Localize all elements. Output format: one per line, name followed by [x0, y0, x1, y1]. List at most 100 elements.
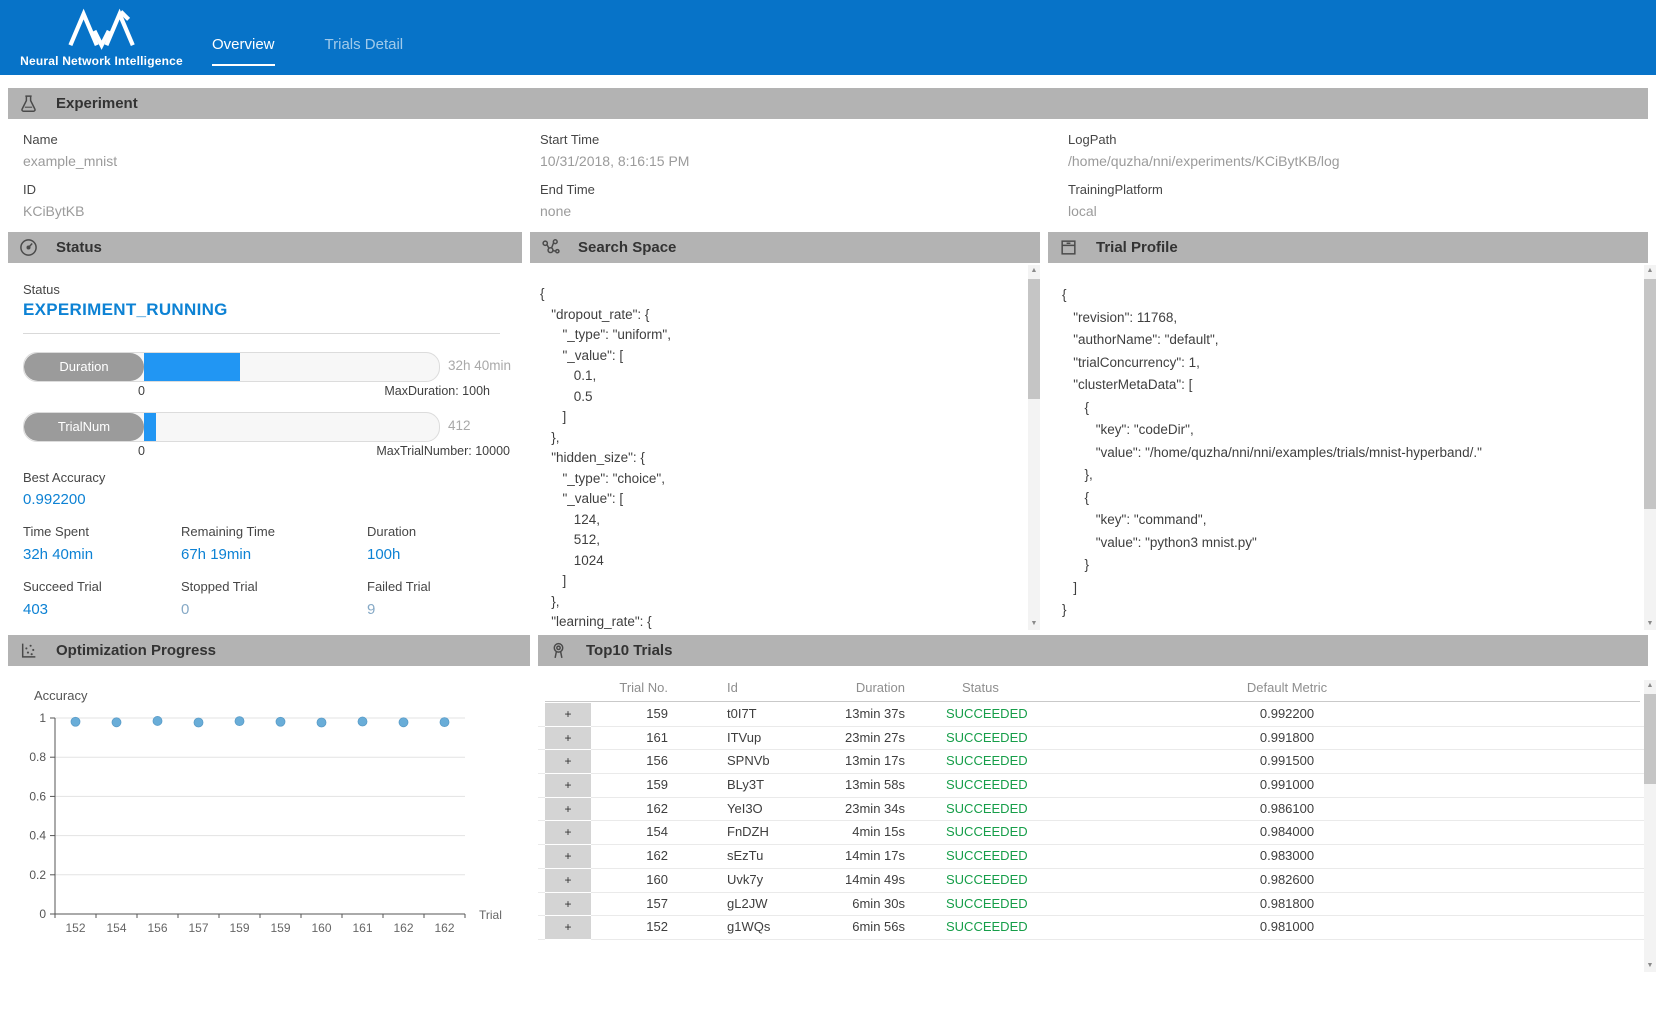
brand-text: Neural Network Intelligence	[14, 54, 189, 68]
cell-trial-no: 154	[591, 821, 668, 845]
chart-text: 0.4	[29, 829, 46, 843]
remaining-time-label: Remaining Time	[181, 524, 275, 539]
experiment-col-2: Start Time 10/31/2018, 8:16:15 PM End Ti…	[540, 119, 689, 219]
tab-overview[interactable]: Overview	[212, 36, 275, 66]
scatter-point[interactable]	[358, 717, 367, 726]
cell-status: SUCCEEDED	[946, 703, 1186, 727]
table-row: +152g1WQs6min 56sSUCCEEDED0.981000	[538, 916, 1656, 940]
cell-default-metric: 0.991500	[1187, 750, 1387, 774]
duration-progress-fill	[144, 353, 240, 381]
scroll-down-icon[interactable]: ▼	[1644, 618, 1656, 630]
stopped-trial-label: Stopped Trial	[181, 579, 258, 594]
cell-default-metric: 0.983000	[1187, 845, 1387, 869]
scroll-down-icon[interactable]: ▼	[1644, 960, 1656, 972]
trial-profile-json: { "revision": 11768, "authorName": "defa…	[1062, 284, 1640, 630]
expand-row-button[interactable]: +	[545, 750, 591, 774]
expand-row-button[interactable]: +	[545, 727, 591, 751]
status-section-title: Status	[56, 239, 102, 256]
cell-duration: 13min 58s	[815, 774, 905, 798]
scroll-up-icon[interactable]: ▲	[1644, 265, 1656, 277]
table-row: +162sEzTu14min 17sSUCCEEDED0.983000	[538, 845, 1656, 869]
table-row: +156SPNVb13min 17sSUCCEEDED0.991500	[538, 750, 1656, 774]
expand-row-button[interactable]: +	[545, 916, 591, 940]
gauge-icon	[19, 238, 38, 257]
chart-text: 1	[39, 711, 46, 725]
expand-row-button[interactable]: +	[545, 869, 591, 893]
scroll-down-icon[interactable]: ▼	[1028, 618, 1040, 630]
scrollbar-thumb[interactable]	[1644, 279, 1656, 509]
top10-section-title: Top10 Trials	[586, 642, 672, 659]
scroll-up-icon[interactable]: ▲	[1644, 680, 1656, 692]
cell-duration: 13min 37s	[815, 703, 905, 727]
expand-row-button[interactable]: +	[545, 703, 591, 727]
field-value: KCiBytKB	[23, 203, 117, 219]
top10-trials-panel: Top10 Trials Trial No. Id Duration Statu…	[538, 635, 1656, 1015]
duration-stat-value: 100h	[367, 546, 400, 563]
expand-row-button[interactable]: +	[545, 845, 591, 869]
expand-row-button[interactable]: +	[545, 821, 591, 845]
optimization-section-title: Optimization Progress	[56, 642, 216, 659]
duration-stat-label: Duration	[367, 524, 416, 539]
scrollbar-thumb[interactable]	[1644, 694, 1656, 784]
field-value: 10/31/2018, 8:16:15 PM	[540, 153, 689, 169]
table-row: +162YeI3O23min 34sSUCCEEDED0.986100	[538, 798, 1656, 822]
cell-trial-no: 157	[591, 893, 668, 917]
cell-status: SUCCEEDED	[946, 893, 1186, 917]
cell-trial-no: 161	[591, 727, 668, 751]
chart-text: 157	[188, 921, 208, 935]
cell-duration: 6min 30s	[815, 893, 905, 917]
nav-tabs: Overview Trials Detail	[212, 36, 403, 66]
scatter-point[interactable]	[276, 717, 285, 726]
succeed-trial-label: Succeed Trial	[23, 579, 102, 594]
cell-status: SUCCEEDED	[946, 821, 1186, 845]
remaining-time-value: 67h 19min	[181, 546, 251, 563]
trialnum-bar-label: TrialNum	[24, 413, 144, 441]
cell-status: SUCCEEDED	[946, 798, 1186, 822]
scatter-point[interactable]	[399, 718, 408, 727]
cell-status: SUCCEEDED	[946, 750, 1186, 774]
experiment-section-header: Experiment	[8, 88, 1648, 119]
scatter-point[interactable]	[235, 717, 244, 726]
field-label: ID	[23, 182, 117, 197]
succeed-trial-value: 403	[23, 601, 48, 618]
expand-row-button[interactable]: +	[545, 798, 591, 822]
expand-row-button[interactable]: +	[545, 893, 591, 917]
tab-trials-detail[interactable]: Trials Detail	[325, 36, 404, 66]
optimization-section-header: Optimization Progress	[8, 635, 530, 666]
scatter-point[interactable]	[440, 718, 449, 727]
expand-row-button[interactable]: +	[545, 774, 591, 798]
table-row: +157gL2JW6min 30sSUCCEEDED0.981800	[538, 893, 1656, 917]
time-spent-value: 32h 40min	[23, 546, 93, 563]
experiment-col-3: LogPath /home/quzha/nni/experiments/KCiB…	[1068, 119, 1340, 219]
cell-status: SUCCEEDED	[946, 774, 1186, 798]
trialnum-progress-track	[144, 413, 439, 441]
duration-value: 32h 40min	[448, 358, 511, 373]
best-accuracy-value: 0.992200	[23, 491, 86, 508]
cell-default-metric: 0.986100	[1187, 798, 1387, 822]
scatter-point[interactable]	[112, 718, 121, 727]
duration-min: 0	[138, 384, 145, 398]
cell-duration: 6min 56s	[815, 916, 905, 940]
chart-text: 159	[229, 921, 249, 935]
scroll-up-icon[interactable]: ▲	[1028, 265, 1040, 277]
divider	[23, 333, 500, 334]
table-row: +160Uvk7y14min 49sSUCCEEDED0.982600	[538, 869, 1656, 893]
scatter-point[interactable]	[317, 718, 326, 727]
scatter-chart-icon	[19, 641, 38, 660]
experiment-section-title: Experiment	[56, 95, 138, 112]
experiment-info: Name example_mnist ID KCiBytKB Start Tim…	[0, 119, 1656, 231]
scrollbar-thumb[interactable]	[1028, 279, 1040, 399]
scatter-point[interactable]	[194, 718, 203, 727]
table-row: +159t0I7T13min 37sSUCCEEDED0.992200	[538, 703, 1656, 727]
top10-table-body: +159t0I7T13min 37sSUCCEEDED0.992200+161I…	[538, 703, 1656, 940]
cell-duration: 23min 34s	[815, 798, 905, 822]
scatter-point[interactable]	[71, 717, 80, 726]
scatter-point[interactable]	[153, 716, 162, 725]
field-value: example_mnist	[23, 153, 117, 169]
status-section-header: Status	[8, 232, 522, 263]
flask-icon	[19, 94, 38, 113]
status-label: Status	[23, 282, 60, 297]
chart-text: 0.8	[29, 750, 46, 764]
chart-text: Trial	[479, 908, 502, 922]
cell-duration: 14min 49s	[815, 869, 905, 893]
